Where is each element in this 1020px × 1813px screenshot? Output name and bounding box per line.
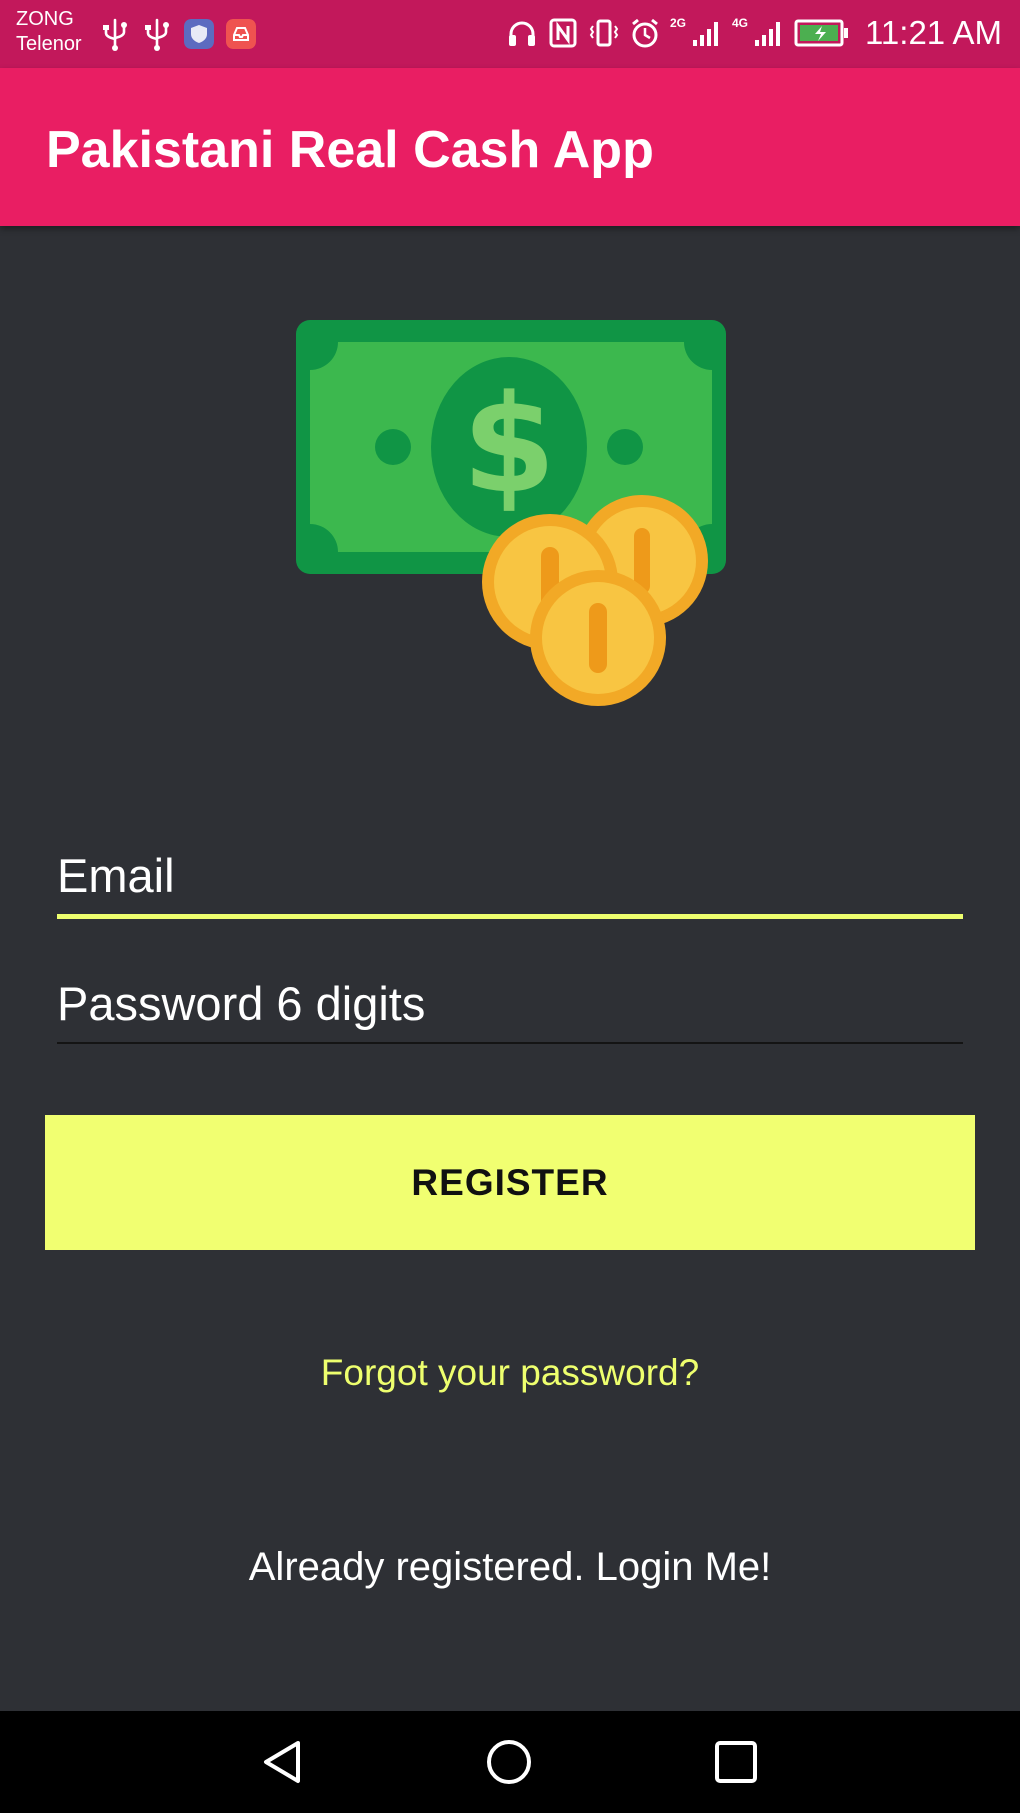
- headphones-icon: [508, 21, 535, 46]
- alarm-icon: [632, 18, 658, 48]
- svg-text:$: $: [462, 366, 556, 523]
- carrier-labels: ZONG Telenor: [16, 7, 82, 57]
- email-placeholder: Email: [57, 849, 175, 902]
- clock: 11:21 AM: [865, 14, 1002, 51]
- shield-app-icon: [184, 19, 214, 49]
- forgot-password-link[interactable]: Forgot your password?: [0, 1352, 1020, 1394]
- network-type-1: 2G: [669, 16, 686, 30]
- vibrate-icon: [589, 19, 619, 47]
- signal-icon: [693, 22, 718, 46]
- usb-icon: [145, 18, 169, 51]
- battery-charging-icon: [794, 19, 849, 47]
- status-bar: ZONG Telenor 2G 4G 11:21 AM: [0, 0, 1020, 68]
- password-underline: [57, 1042, 963, 1044]
- navigation-bar: [0, 1711, 1020, 1813]
- cash-and-coins-icon: $: [296, 320, 726, 706]
- signal-icon: [755, 22, 781, 46]
- system-status-icons: 2G 4G 11:21 AM: [506, 14, 1002, 52]
- app-title: Pakistani Real Cash App: [46, 121, 654, 179]
- home-circle-icon[interactable]: [484, 1737, 534, 1787]
- carrier-label-2: Telenor: [16, 33, 82, 55]
- recent-square-icon[interactable]: [711, 1737, 761, 1787]
- password-placeholder: Password 6 digits: [57, 977, 426, 1030]
- app-bar: Pakistani Real Cash App: [0, 68, 1020, 226]
- register-button[interactable]: REGISTER: [45, 1115, 975, 1250]
- nfc-icon: [549, 18, 577, 48]
- back-triangle-icon[interactable]: [258, 1737, 308, 1787]
- notification-icons: [100, 16, 256, 52]
- inbox-app-icon: [226, 19, 256, 49]
- carrier-label-1: ZONG: [16, 8, 74, 30]
- email-underline: [57, 914, 963, 919]
- network-type-2: 4G: [732, 16, 749, 30]
- usb-icon: [103, 18, 127, 51]
- login-link[interactable]: Already registered. Login Me!: [0, 1545, 1020, 1590]
